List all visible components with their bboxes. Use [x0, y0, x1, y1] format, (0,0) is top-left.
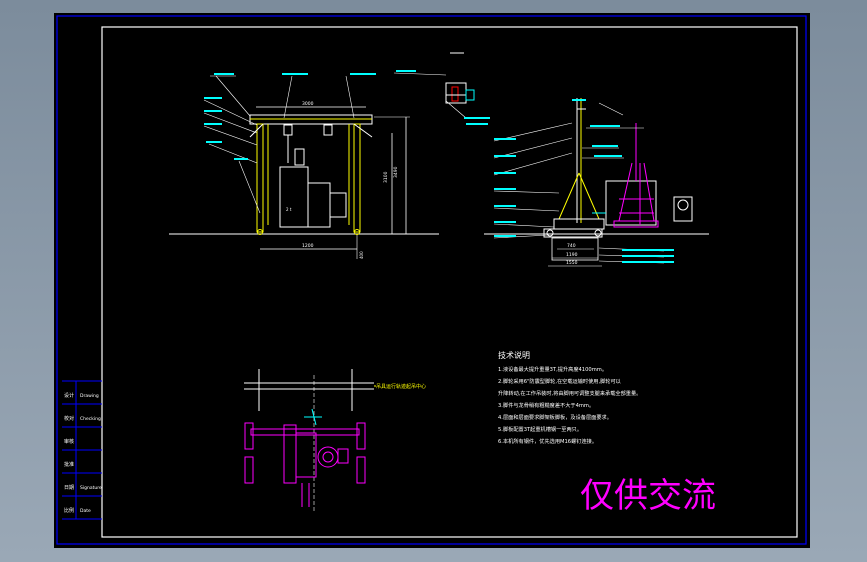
dim-height-inner: 3100 — [383, 171, 389, 183]
tech-note-3: 3.脚件与龙骨稍有粗糙度差不大于4mm。 — [498, 401, 594, 409]
tech-note-0: 1.液设备最大提升重量3T,提升高度4100mm。 — [498, 365, 607, 373]
title-block: 设计 Drawing 校对 Checking 审核 批准 日期 Signatur… — [62, 380, 102, 520]
sheet-frame — [56, 15, 807, 545]
front-view: 2 t 3000 3490 3100 1200 400 — [169, 73, 439, 259]
tech-note-5: 5.脚板配置3T起重机槽钢一至两只。 — [498, 425, 582, 433]
cad-viewport[interactable]: 设计 Drawing 校对 Checking 审核 批准 日期 Signatur… — [0, 0, 867, 562]
title-row-0-label: 设计 — [64, 392, 74, 399]
tech-note-1: 2.脚轮采用6"防震型脚轮,在空载运输时使用,脚轮可以 — [498, 377, 621, 385]
dim-base-mid: 1190 — [566, 252, 578, 258]
tech-notes: 技术说明 1.液设备最大提升重量3T,提升高度4100mm。 2.脚轮采用6"防… — [498, 350, 641, 445]
plan-note: 吊具运行轨迹起吊中心 — [376, 383, 426, 390]
dim-base: 1200 — [302, 243, 314, 249]
title-row-2-label: 审核 — [64, 438, 74, 445]
dim-base-inner: 740 — [567, 243, 576, 249]
tech-note-4: 4.层面和层面要求脚架板脚板，及设备层面要求。 — [498, 413, 612, 421]
dim-height-outer: 3490 — [393, 166, 399, 178]
title-row-1-value: Checking — [80, 416, 101, 422]
svg-text:2 t: 2 t — [286, 207, 292, 212]
detail-view — [393, 52, 490, 125]
title-row-0-value: Drawing — [80, 393, 99, 399]
watermark: 仅供交流 — [580, 476, 716, 516]
plan-view: 吊具运行轨迹起吊中心 — [244, 369, 426, 513]
title-row-1-label: 校对 — [64, 415, 74, 422]
tech-note-2: 升降转动,在工作吊装时,将由脚用可调整支腿来承载全部重量。 — [498, 389, 641, 397]
dim-base-outer: 1550 — [566, 260, 578, 266]
drawing-canvas: 设计 Drawing 校对 Checking 审核 批准 日期 Signatur… — [56, 15, 807, 545]
drawing-sheet: 设计 Drawing 校对 Checking 审核 批准 日期 Signatur… — [54, 13, 810, 548]
title-row-5-value: Date — [80, 508, 91, 514]
tech-note-6: 6.本机所有钢件，优先选用M16螺钉连接。 — [498, 437, 597, 445]
title-row-5-label: 比例 — [64, 507, 74, 514]
dim-side: 400 — [359, 251, 364, 259]
side-view: 740 1190 1550 — [484, 98, 709, 267]
title-row-4-value: Signature — [80, 485, 102, 491]
title-row-4-label: 日期 — [64, 485, 74, 491]
tech-notes-title: 技术说明 — [498, 350, 530, 360]
title-row-3-label: 批准 — [64, 461, 74, 468]
dim-top-span: 3000 — [302, 101, 314, 107]
